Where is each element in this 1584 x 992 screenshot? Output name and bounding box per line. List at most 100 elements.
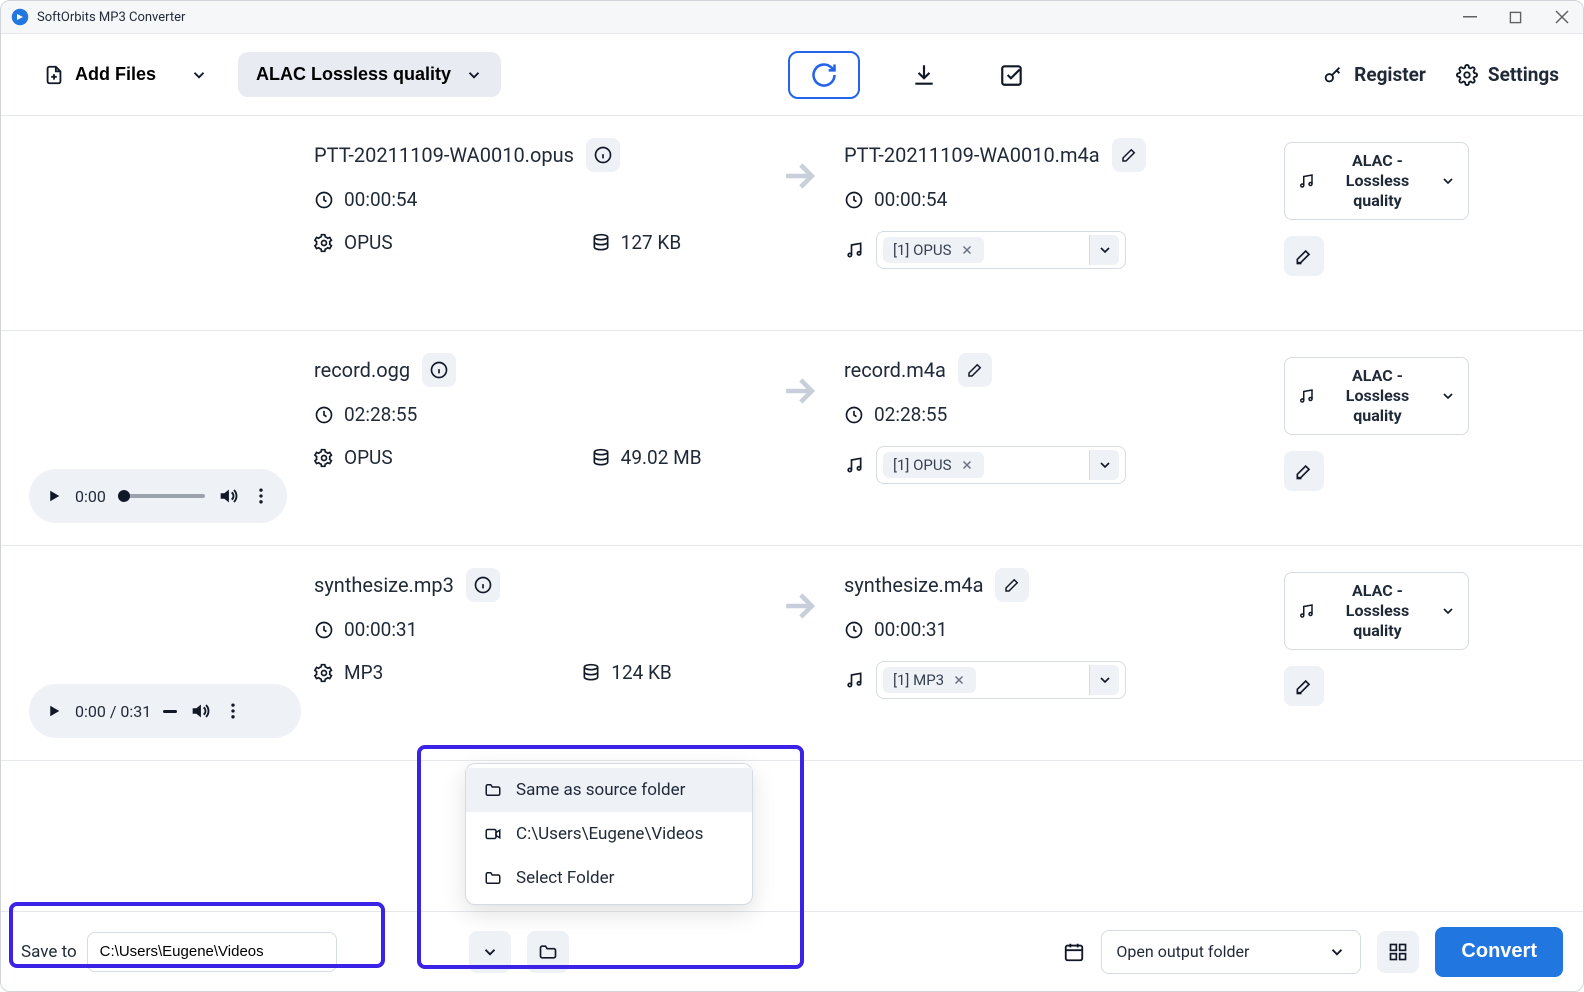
download-button[interactable] xyxy=(900,51,948,99)
edit-meta-button[interactable] xyxy=(1284,236,1324,276)
key-icon xyxy=(1322,64,1344,86)
convert-button[interactable]: Convert xyxy=(1435,927,1563,977)
music-icon xyxy=(844,240,864,260)
target-duration: 02:28:55 xyxy=(874,403,947,426)
progress-dash xyxy=(163,710,177,713)
volume-icon[interactable] xyxy=(217,485,239,507)
player-time: 0:00 / 0:31 xyxy=(75,702,151,721)
save-to-input[interactable] xyxy=(87,932,337,972)
source-file-name: record.ogg xyxy=(314,358,410,382)
source-codec: MP3 xyxy=(344,661,383,684)
add-files-button[interactable]: Add Files xyxy=(25,52,174,98)
app-logo-icon xyxy=(11,8,29,26)
quality-selector-button[interactable]: ALAC Lossless quality xyxy=(238,52,501,97)
settings-link[interactable]: Settings xyxy=(1456,63,1559,86)
play-icon[interactable] xyxy=(45,702,63,720)
popup-item[interactable]: Select Folder xyxy=(466,856,752,900)
rename-button[interactable] xyxy=(1112,138,1146,172)
chevron-down-icon xyxy=(1440,603,1456,619)
arrow-icon xyxy=(764,138,834,198)
popup-item[interactable]: C:\Users\Eugene\Videos xyxy=(466,812,752,856)
row-quality-label: ALAC - Lossless quality xyxy=(1325,151,1430,211)
target-duration: 00:00:54 xyxy=(874,188,947,211)
codec-icon xyxy=(314,663,334,683)
track-tag-selector[interactable]: [1] OPUS xyxy=(876,446,1126,484)
edit-meta-button[interactable] xyxy=(1284,451,1324,491)
target-file-name: PTT-20211109-WA0010.m4a xyxy=(844,143,1100,167)
size-icon xyxy=(591,233,611,253)
save-to-dropdown-button[interactable] xyxy=(469,931,511,973)
track-tag-selector[interactable]: [1] OPUS xyxy=(876,231,1126,269)
music-icon xyxy=(1297,172,1315,190)
volume-icon[interactable] xyxy=(189,700,211,722)
open-output-dropdown[interactable]: Open output folder xyxy=(1101,930,1361,974)
track-tag-chip: [1] MP3 xyxy=(883,667,976,693)
check-box-button[interactable] xyxy=(988,51,1036,99)
source-codec: OPUS xyxy=(344,231,393,254)
grid-view-button[interactable] xyxy=(1377,931,1419,973)
info-button[interactable] xyxy=(422,353,456,387)
chevron-down-icon xyxy=(1440,388,1456,404)
rename-button[interactable] xyxy=(958,353,992,387)
play-icon[interactable] xyxy=(45,487,63,505)
target-file-name: synthesize.m4a xyxy=(844,573,983,597)
remove-tag-icon[interactable] xyxy=(960,243,974,257)
music-icon xyxy=(844,670,864,690)
track-tag-chevron-icon[interactable] xyxy=(1089,450,1119,480)
remove-tag-icon[interactable] xyxy=(952,673,966,687)
chevron-down-icon xyxy=(465,66,483,84)
edit-meta-button[interactable] xyxy=(1284,666,1324,706)
arrow-icon xyxy=(764,353,834,413)
track-tag-chevron-icon[interactable] xyxy=(1089,235,1119,265)
file-list: PTT-20211109-WA0010.opus 00:00:54 OPUS 1… xyxy=(1,116,1583,911)
clock-icon xyxy=(844,190,864,210)
codec-icon xyxy=(314,233,334,253)
clock-icon xyxy=(844,620,864,640)
open-folder-button[interactable] xyxy=(527,931,569,973)
more-icon[interactable] xyxy=(223,701,243,721)
folder-icon xyxy=(484,781,502,799)
source-size: 127 KB xyxy=(621,231,682,254)
row-quality-selector[interactable]: ALAC - Lossless quality xyxy=(1284,142,1469,220)
track-tag-chip: [1] OPUS xyxy=(883,452,984,478)
window-title: SoftOrbits MP3 Converter xyxy=(37,10,185,25)
row-quality-label: ALAC - Lossless quality xyxy=(1325,366,1430,426)
source-file-name: synthesize.mp3 xyxy=(314,573,454,597)
remove-tag-icon[interactable] xyxy=(960,458,974,472)
register-label: Register xyxy=(1354,63,1426,86)
row-quality-selector[interactable]: ALAC - Lossless quality xyxy=(1284,572,1469,650)
popup-item[interactable]: Same as source folder xyxy=(466,768,752,812)
row-quality-label: ALAC - Lossless quality xyxy=(1325,581,1430,641)
file-row: PTT-20211109-WA0010.opus 00:00:54 OPUS 1… xyxy=(1,116,1583,331)
clock-icon xyxy=(314,620,334,640)
target-duration: 00:00:31 xyxy=(874,618,947,641)
register-link[interactable]: Register xyxy=(1322,63,1426,86)
track-tag-chip: [1] OPUS xyxy=(883,237,984,263)
clock-icon xyxy=(314,190,334,210)
minimize-button[interactable] xyxy=(1463,10,1481,24)
info-button[interactable] xyxy=(586,138,620,172)
source-file-name: PTT-20211109-WA0010.opus xyxy=(314,143,574,167)
maximize-button[interactable] xyxy=(1509,11,1527,24)
add-files-chevron-icon[interactable] xyxy=(184,60,214,90)
audio-player[interactable]: 0:00 xyxy=(29,469,287,523)
track-tag-chevron-icon[interactable] xyxy=(1089,665,1119,695)
add-file-icon xyxy=(43,64,65,86)
source-codec: OPUS xyxy=(344,446,393,469)
more-icon[interactable] xyxy=(251,486,271,506)
popup-item-label: Same as source folder xyxy=(516,780,685,800)
main-toolbar: Add Files ALAC Lossless quality Register xyxy=(1,34,1583,116)
track-tag-selector[interactable]: [1] MP3 xyxy=(876,661,1126,699)
refresh-button[interactable] xyxy=(788,51,860,99)
codec-icon xyxy=(314,448,334,468)
audio-player[interactable]: 0:00 / 0:31 xyxy=(29,684,301,738)
track-tag-label: [1] OPUS xyxy=(893,456,952,474)
add-files-label: Add Files xyxy=(75,64,156,85)
window-controls xyxy=(1463,10,1573,24)
info-button[interactable] xyxy=(466,568,500,602)
close-button[interactable] xyxy=(1555,10,1573,24)
source-duration: 00:00:54 xyxy=(344,188,417,211)
save-to-popup: Same as source folder C:\Users\Eugene\Vi… xyxy=(465,763,753,905)
row-quality-selector[interactable]: ALAC - Lossless quality xyxy=(1284,357,1469,435)
rename-button[interactable] xyxy=(995,568,1029,602)
